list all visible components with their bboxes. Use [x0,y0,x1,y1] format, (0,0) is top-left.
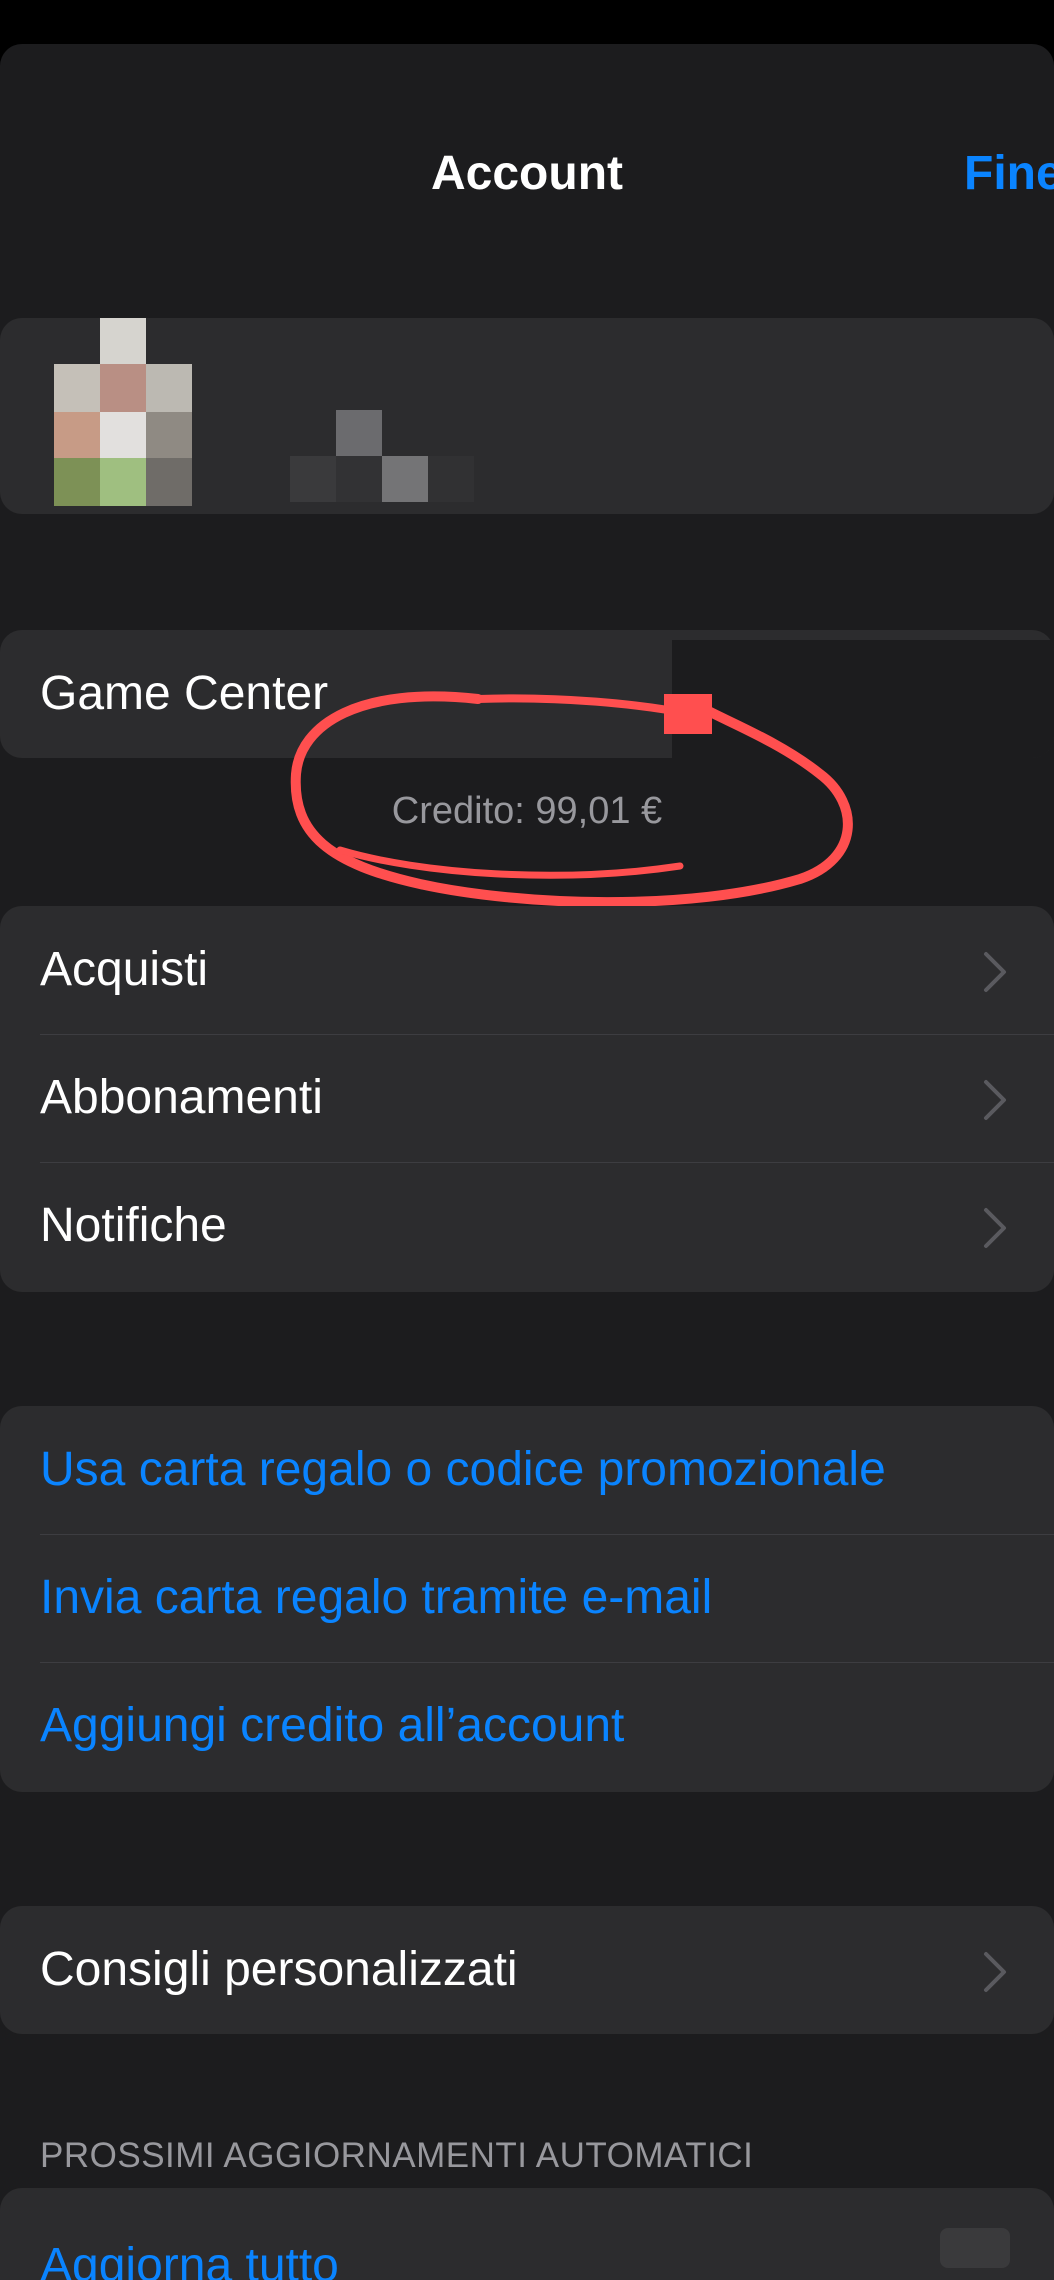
credit-balance: Credito: 99,01 € [391,790,663,832]
add-funds-link[interactable]: Aggiungi credito all’account [40,1662,624,1790]
chevron-right-icon [984,952,1006,992]
purchases-row[interactable]: Acquisti [0,906,1054,1034]
gift-card-links-card: Usa carta regalo o codice promozionale I… [0,1406,1054,1792]
profile-card[interactable] [0,318,1054,514]
recommendations-row[interactable]: Consigli personalizzati [0,1906,1054,2034]
subscriptions-row[interactable]: Abbonamenti [0,1034,1054,1162]
chevron-right-icon [984,1208,1006,1248]
add-funds-row[interactable]: Aggiungi credito all’account [0,1662,1054,1790]
account-sheet: Account Fine Game Center Credito: 99,01 … [0,44,1054,2280]
game-center-card[interactable]: Game Center [0,630,1054,758]
notifications-row[interactable]: Notifiche [0,1162,1054,1290]
chevron-right-icon [984,1080,1006,1120]
redacted-area [672,640,1054,758]
redacted-area [940,2228,1010,2268]
update-all-row[interactable]: Aggiorna tutto [0,2188,1054,2280]
done-button[interactable]: Fine [964,144,1054,204]
recommendations-card: Consigli personalizzati [0,1906,1054,2034]
page-title: Account [431,147,623,200]
chevron-right-icon [984,1952,1006,1992]
update-all-button[interactable]: Aggiorna tutto [40,2202,339,2280]
redeem-gift-card-row[interactable]: Usa carta regalo o codice promozionale [0,1406,1054,1534]
redeem-gift-card-link[interactable]: Usa carta regalo o codice promozionale [40,1406,886,1534]
purchases-label: Acquisti [40,943,209,996]
recommendations-label: Consigli personalizzati [40,1943,518,1996]
send-gift-card-link[interactable]: Invia carta regalo tramite e-mail [40,1534,712,1662]
send-gift-card-row[interactable]: Invia carta regalo tramite e-mail [0,1534,1054,1662]
upcoming-updates-header: PROSSIMI AGGIORNAMENTI AUTOMATICI [40,2136,754,2175]
account-menu-card: Acquisti Abbonamenti Notifiche [0,906,1054,1292]
updates-card: Aggiorna tutto [0,2188,1054,2280]
game-center-label: Game Center [40,667,329,720]
subscriptions-label: Abbonamenti [40,1071,323,1124]
notifications-label: Notifiche [40,1199,227,1252]
